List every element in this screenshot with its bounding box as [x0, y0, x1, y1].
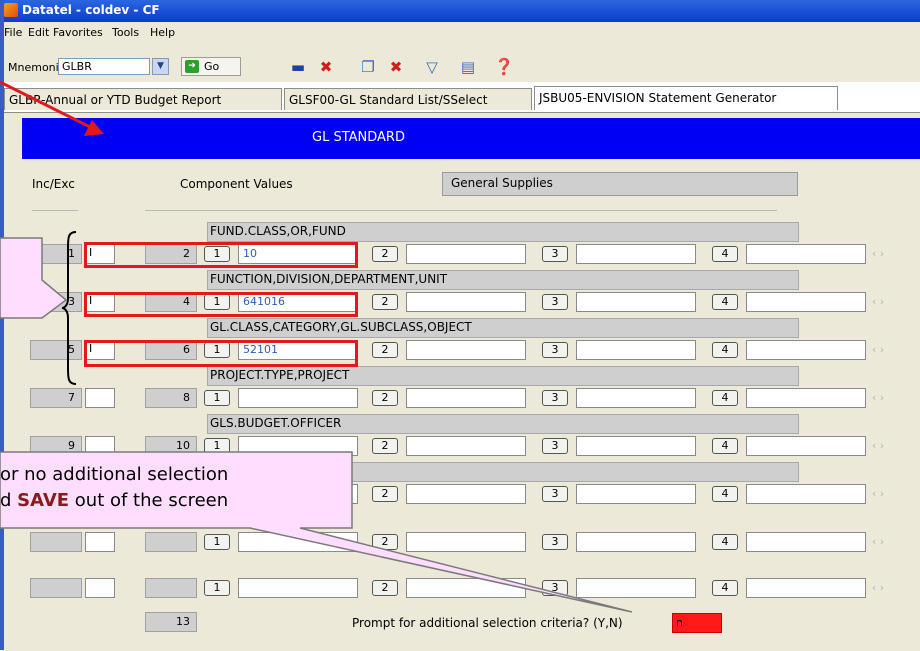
annotation-overlay-2: [0, 451, 633, 613]
callout-text: or no additional selection d SAVE out of…: [0, 462, 345, 514]
callout-line-2a: d: [0, 490, 18, 511]
callout-line-1: or no additional selection: [0, 464, 229, 485]
callout-save-word: SAVE: [17, 490, 70, 511]
callout-line-2b: out of the screen: [69, 490, 229, 511]
prompt-label: Prompt for additional selection criteria…: [352, 616, 623, 630]
prompt-input[interactable]: n: [672, 613, 722, 633]
